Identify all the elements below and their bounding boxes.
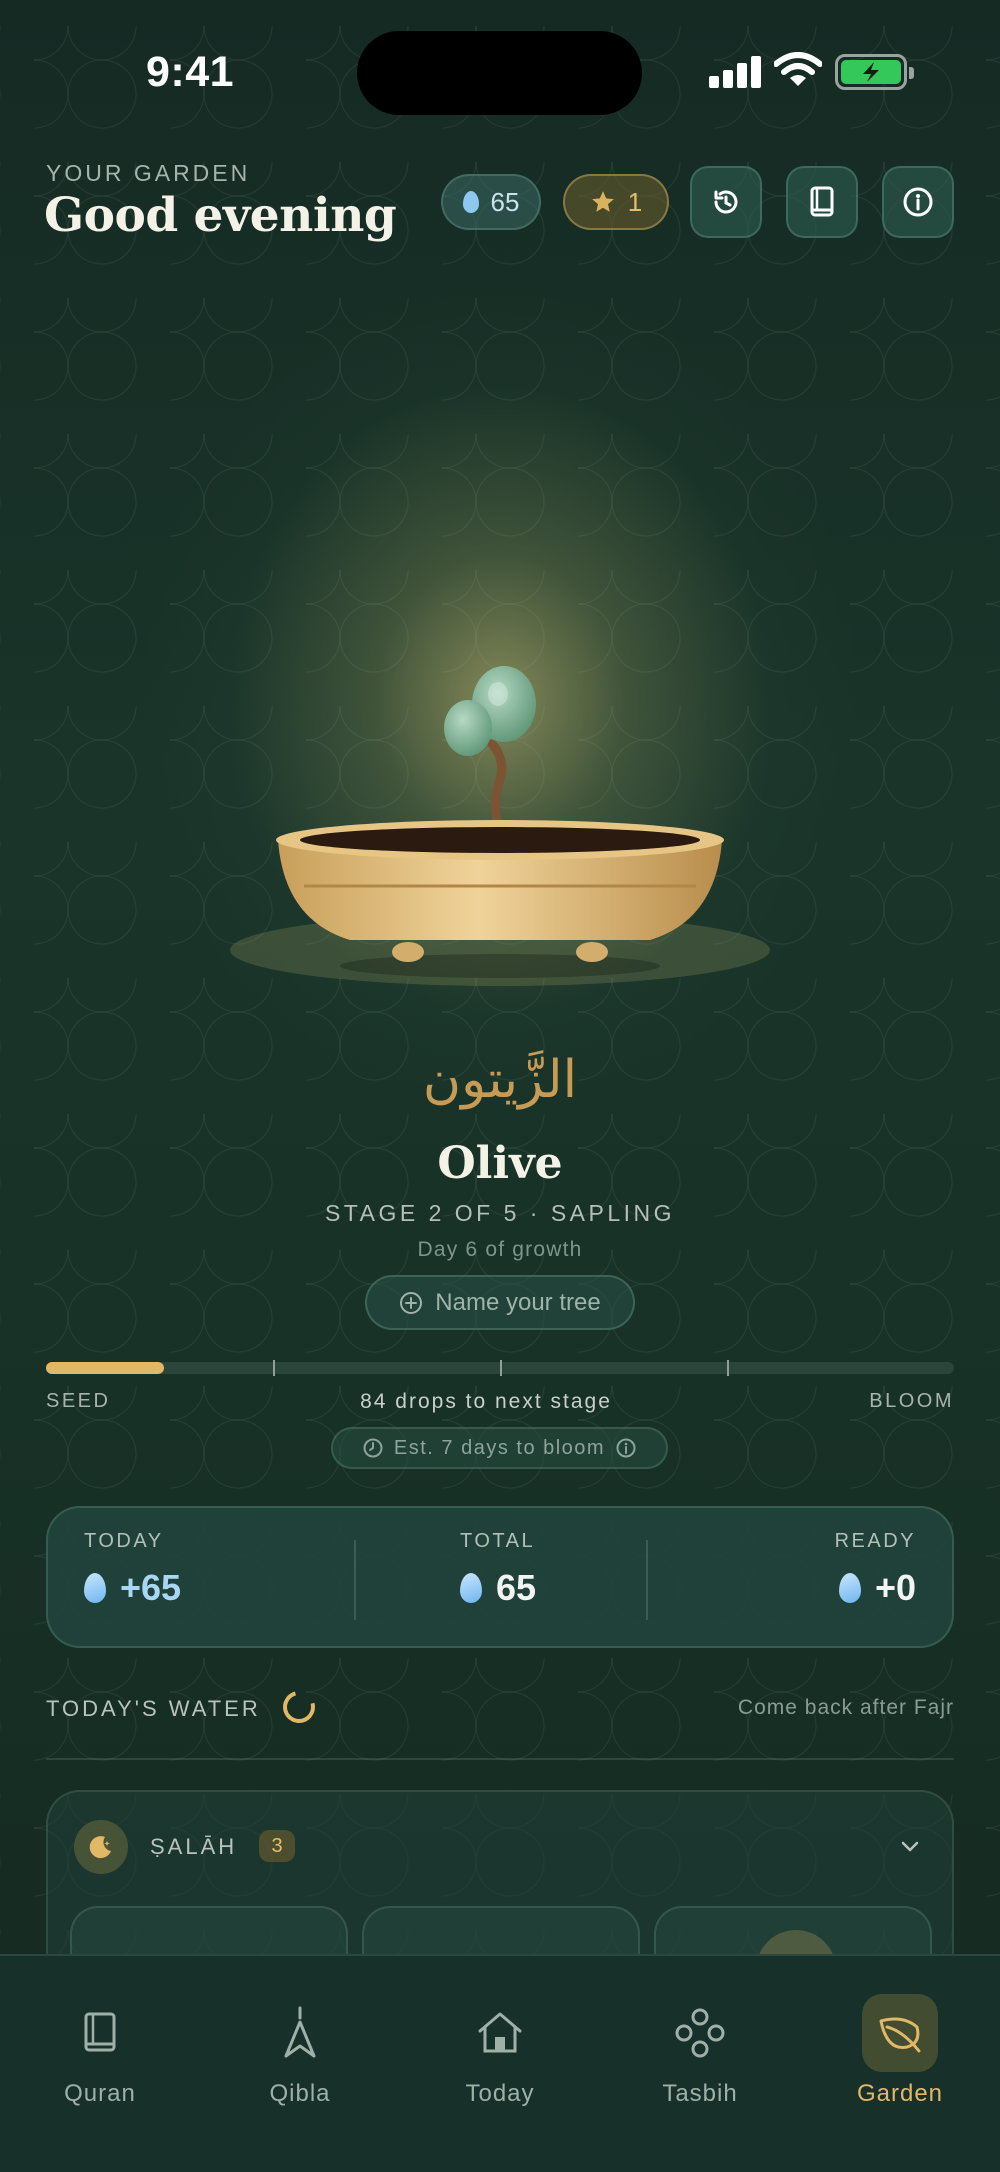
tab-tasbih-label: Tasbih: [662, 2080, 738, 2107]
progress-next-stage-label: 84 drops to next stage: [360, 1390, 612, 1413]
tree-name: Olive: [437, 1138, 563, 1189]
bloom-estimate-chip[interactable]: Est. 7 days to bloom: [331, 1427, 668, 1469]
status-bar: 9:41: [0, 0, 1000, 140]
progress-end-label: BLOOM: [869, 1390, 954, 1412]
tree-stage: STAGE 2 OF 5 · SAPLING: [324, 1200, 676, 1226]
stage-marker: [500, 1360, 502, 1376]
beads-icon: [675, 2008, 725, 2058]
water-stats-card: TODAY +65 TOTAL 65 READY +0: [46, 1506, 954, 1648]
tab-quran-label: Quran: [64, 2080, 136, 2107]
stat-today: TODAY +65: [84, 1530, 181, 1609]
drops-count: 65: [490, 186, 520, 217]
tree-arabic-name: الزَّيتون: [422, 1050, 578, 1110]
clock-icon: [363, 1438, 383, 1458]
page-title: Good evening: [44, 188, 397, 243]
name-tree-button[interactable]: Name your tree: [365, 1275, 635, 1330]
home-icon: [478, 2012, 522, 2053]
stat-total: TOTAL 65: [460, 1530, 536, 1609]
todays-water-title: TODAY'S WATER: [46, 1696, 261, 1721]
header-eyebrow: YOUR GARDEN: [46, 160, 251, 186]
olive-tree-illustration: [230, 666, 770, 986]
leaf-icon: [879, 2017, 921, 2053]
stat-ready-value: +0: [874, 1567, 916, 1608]
drops-balance-chip[interactable]: 65: [441, 174, 541, 230]
status-time: 9:41: [146, 48, 235, 96]
star-icon: [591, 191, 614, 212]
tab-bar: Quran Qibla Today Tasbih Garden: [0, 1954, 1000, 2172]
salah-count-badge: 3: [259, 1830, 295, 1862]
stat-divider: [646, 1540, 648, 1620]
salah-label: ṢALĀH: [150, 1834, 238, 1859]
stars-count: 1: [627, 186, 643, 217]
tab-quran[interactable]: Quran: [30, 1994, 170, 2108]
name-tree-label: Name your tree: [435, 1288, 601, 1316]
tab-today[interactable]: Today: [430, 1994, 570, 2108]
stat-today-value: +65: [120, 1567, 182, 1608]
stat-today-label: TODAY: [84, 1530, 164, 1552]
tab-garden-label: Garden: [856, 2080, 944, 2107]
todays-water-note: Come back after Fajr: [737, 1696, 954, 1719]
drop-icon: [838, 1573, 861, 1603]
signal-icon: [709, 56, 761, 88]
journal-button[interactable]: [786, 166, 858, 238]
info-button[interactable]: [882, 166, 954, 238]
tab-qibla[interactable]: Qibla: [230, 1994, 370, 2108]
section-divider: [46, 1758, 954, 1760]
drop-icon: [84, 1573, 106, 1603]
chevron-down-icon[interactable]: [896, 1832, 924, 1860]
stars-balance-chip[interactable]: 1: [563, 174, 669, 230]
battery-icon: [835, 54, 914, 90]
tab-qibla-label: Qibla: [269, 2080, 331, 2107]
book-icon: [84, 2012, 116, 2052]
drop-icon: [460, 1573, 482, 1603]
history-icon: [714, 190, 738, 214]
stat-total-value: 65: [496, 1567, 537, 1608]
drop-icon: [462, 191, 479, 213]
compass-icon: [284, 2006, 316, 2058]
tab-garden[interactable]: Garden: [830, 1994, 970, 2108]
info-icon: [616, 1438, 636, 1458]
add-circle-icon: [400, 1291, 423, 1314]
bloom-estimate-text: Est. 7 days to bloom: [393, 1436, 606, 1459]
tab-today-label: Today: [465, 2080, 535, 2107]
stat-ready: READY +0: [835, 1530, 916, 1609]
stat-ready-label: READY: [834, 1530, 916, 1552]
stat-total-label: TOTAL: [460, 1530, 536, 1552]
history-button[interactable]: [690, 166, 762, 238]
stage-marker: [727, 1360, 729, 1376]
dynamic-island: [357, 31, 642, 115]
stage-marker: [273, 1360, 275, 1376]
stat-divider: [354, 1540, 356, 1620]
info-icon: [903, 187, 933, 217]
tab-tasbih[interactable]: Tasbih: [630, 1994, 770, 2108]
moon-icon: [74, 1820, 128, 1874]
tree-day-count: Day 6 of growth: [417, 1238, 583, 1261]
wifi-icon: [774, 52, 822, 86]
growth-progress-fill: [46, 1362, 164, 1374]
book-icon: [810, 186, 834, 217]
